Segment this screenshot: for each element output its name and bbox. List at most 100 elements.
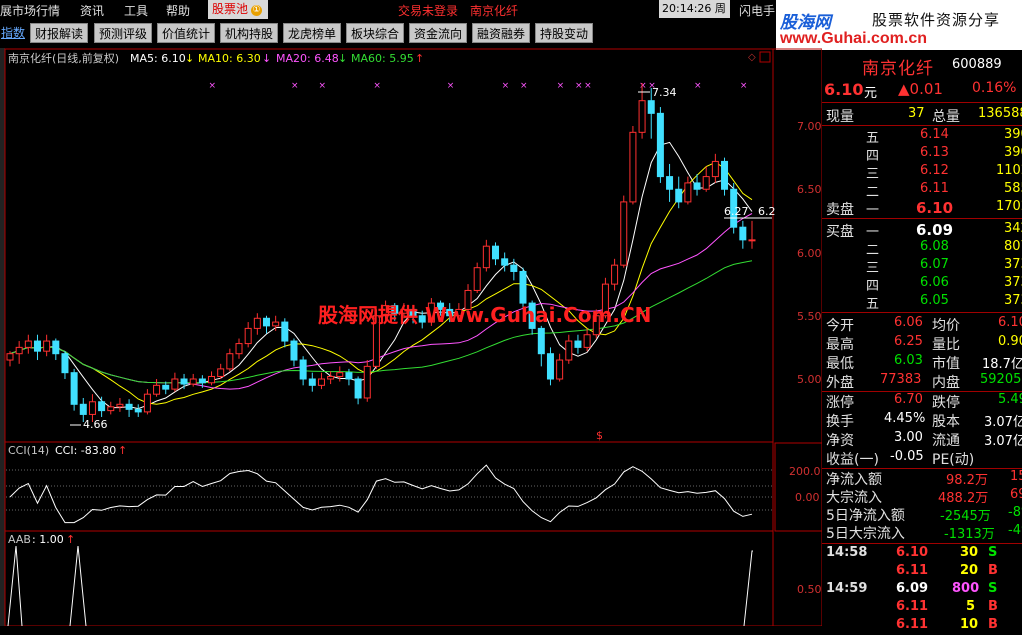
candle-body [739, 226, 747, 241]
tick-side-3: S [988, 581, 998, 596]
stat-avg-value: 6.10 [998, 315, 1022, 330]
candle-body [272, 321, 280, 327]
tab-institution-holdings[interactable]: 机构持股 [220, 23, 278, 43]
tab-value-stats[interactable]: 价值统计 [157, 23, 215, 43]
candle-body [473, 267, 481, 291]
login-status[interactable]: 交易未登录 [398, 2, 458, 19]
ma10-arrow: ↓ [262, 52, 271, 65]
stat-volratio-value: 0.90 [998, 334, 1022, 349]
tick-vol-2: 20 [960, 563, 979, 578]
candle-body [546, 353, 554, 380]
tab-index[interactable]: 指数 [0, 23, 26, 43]
candle-body [262, 317, 270, 327]
candle-body [98, 401, 106, 412]
candle-body [15, 346, 23, 355]
bid-price-4: 6.06 [920, 275, 949, 290]
menu-item-market[interactable]: 展市场行情 [0, 2, 60, 19]
cci-tick-0: 0.00 [795, 491, 820, 504]
ma20-line [9, 213, 753, 390]
candle-body [24, 340, 32, 348]
tab-forecast-rating[interactable]: 预测评级 [94, 23, 152, 43]
stat-open-value: 6.06 [894, 315, 923, 330]
ask-vol-4: 390 [1004, 145, 1022, 160]
stat-inner-label: 内盘 [932, 375, 960, 391]
tab-holding-changes[interactable]: 持股变动 [535, 23, 593, 43]
stat-outer-value: 77383 [880, 372, 922, 387]
chart-diamond-icon[interactable]: ◇ [748, 52, 756, 63]
ma5-label: MA5: 6.10 [130, 52, 186, 65]
ask-price-5: 6.14 [920, 127, 949, 142]
signal-cross: × [694, 81, 702, 91]
tick-price-1: 6.10 [896, 545, 929, 560]
site-logo: 股海网 股票软件资源分享 www.Guhai.com.cn [776, 0, 1022, 50]
aab-title: AAB [8, 533, 31, 546]
ask-price-3: 6.12 [920, 163, 949, 178]
stat-high-value: 6.25 [894, 334, 923, 349]
y-tick-550: 5.50 [797, 310, 822, 323]
tab-dragon-tiger-list[interactable]: 龙虎榜单 [283, 23, 341, 43]
candle-body [299, 359, 307, 380]
y-tick-500: 5.00 [797, 373, 822, 386]
tab-financial-report[interactable]: 财报解读 [30, 23, 88, 43]
kline-chart[interactable]: 南京化纤(日线,前复权) MA5: 6.10 ↓ MA10: 6.30 ↓ MA… [0, 46, 822, 626]
bid-price-5: 6.05 [920, 293, 949, 308]
tab-fund-flow[interactable]: 资金流向 [409, 23, 467, 43]
y-tick-700: 7.00 [797, 120, 822, 133]
stat-turnover-value: 4.45% [884, 411, 926, 426]
signal-cross: × [209, 81, 217, 91]
bid-vol-1: 342 [1004, 221, 1022, 236]
flow-net-label: 净流入额 [826, 472, 882, 488]
divider [822, 125, 1022, 126]
candle-body [162, 384, 170, 390]
last-price-label: 6.27 [724, 205, 749, 218]
asks-label: 卖盘 [826, 202, 854, 218]
stat-mktcap-value: 18.7亿 [982, 357, 1022, 372]
flow-block-pct: 69 [1010, 487, 1022, 502]
tick-side-1: S [988, 545, 998, 560]
stat-open-label: 今开 [826, 318, 854, 334]
flow-5d-block-value: -1313万 [944, 527, 995, 542]
stat-float-value: 3.07亿 [984, 434, 1022, 449]
tick-side-2: B [988, 563, 998, 578]
menu-item-help[interactable]: 帮助 [166, 2, 190, 19]
tab-sector-summary[interactable]: 板块综合 [346, 23, 404, 43]
bid-price-3: 6.07 [920, 257, 949, 272]
stat-limitup-value: 6.70 [894, 392, 923, 407]
candle-body [79, 403, 87, 415]
flash-trade-button[interactable]: 闪电手 [739, 2, 775, 19]
candle-body [70, 372, 78, 405]
stat-shares-label: 股本 [932, 414, 960, 430]
stock-pool-button[interactable]: 股票池 ① [208, 0, 268, 19]
candle-body [43, 340, 51, 352]
candle-body [281, 321, 289, 342]
menu-item-news[interactable]: 资讯 [80, 2, 104, 19]
candle-body [327, 375, 335, 380]
candle-body [171, 378, 179, 390]
menu-stock-name: 南京化纤 [470, 4, 519, 18]
stock-pool-label: 股票池 [212, 2, 249, 16]
candle-body [675, 188, 683, 203]
flow-5d-net-pct: -8% [1008, 505, 1022, 520]
candle-body [61, 353, 69, 374]
candle-body [629, 131, 637, 203]
candle-body [702, 176, 710, 190]
candle-body [336, 372, 344, 377]
chart-corner-box[interactable] [759, 51, 771, 63]
stat-volratio-label: 量比 [932, 337, 960, 353]
candle-body [226, 353, 234, 370]
aab-value: : 1.00 [32, 533, 64, 546]
menu-item-tools[interactable]: 工具 [124, 2, 148, 19]
candle-body [308, 378, 316, 386]
candle-body [748, 239, 756, 242]
tab-margin-trading[interactable]: 融资融券 [472, 23, 530, 43]
candle-body [482, 245, 490, 269]
divider [822, 312, 1022, 313]
stat-low-value: 6.03 [894, 353, 923, 368]
candle-body [33, 340, 41, 352]
price-axis: 7.00 6.50 6.00 5.50 5.00 [797, 120, 822, 386]
candle-body [235, 343, 243, 355]
candle-body [244, 327, 252, 345]
cci-line [9, 464, 753, 524]
divider [822, 543, 1022, 544]
candle-body [519, 270, 527, 304]
